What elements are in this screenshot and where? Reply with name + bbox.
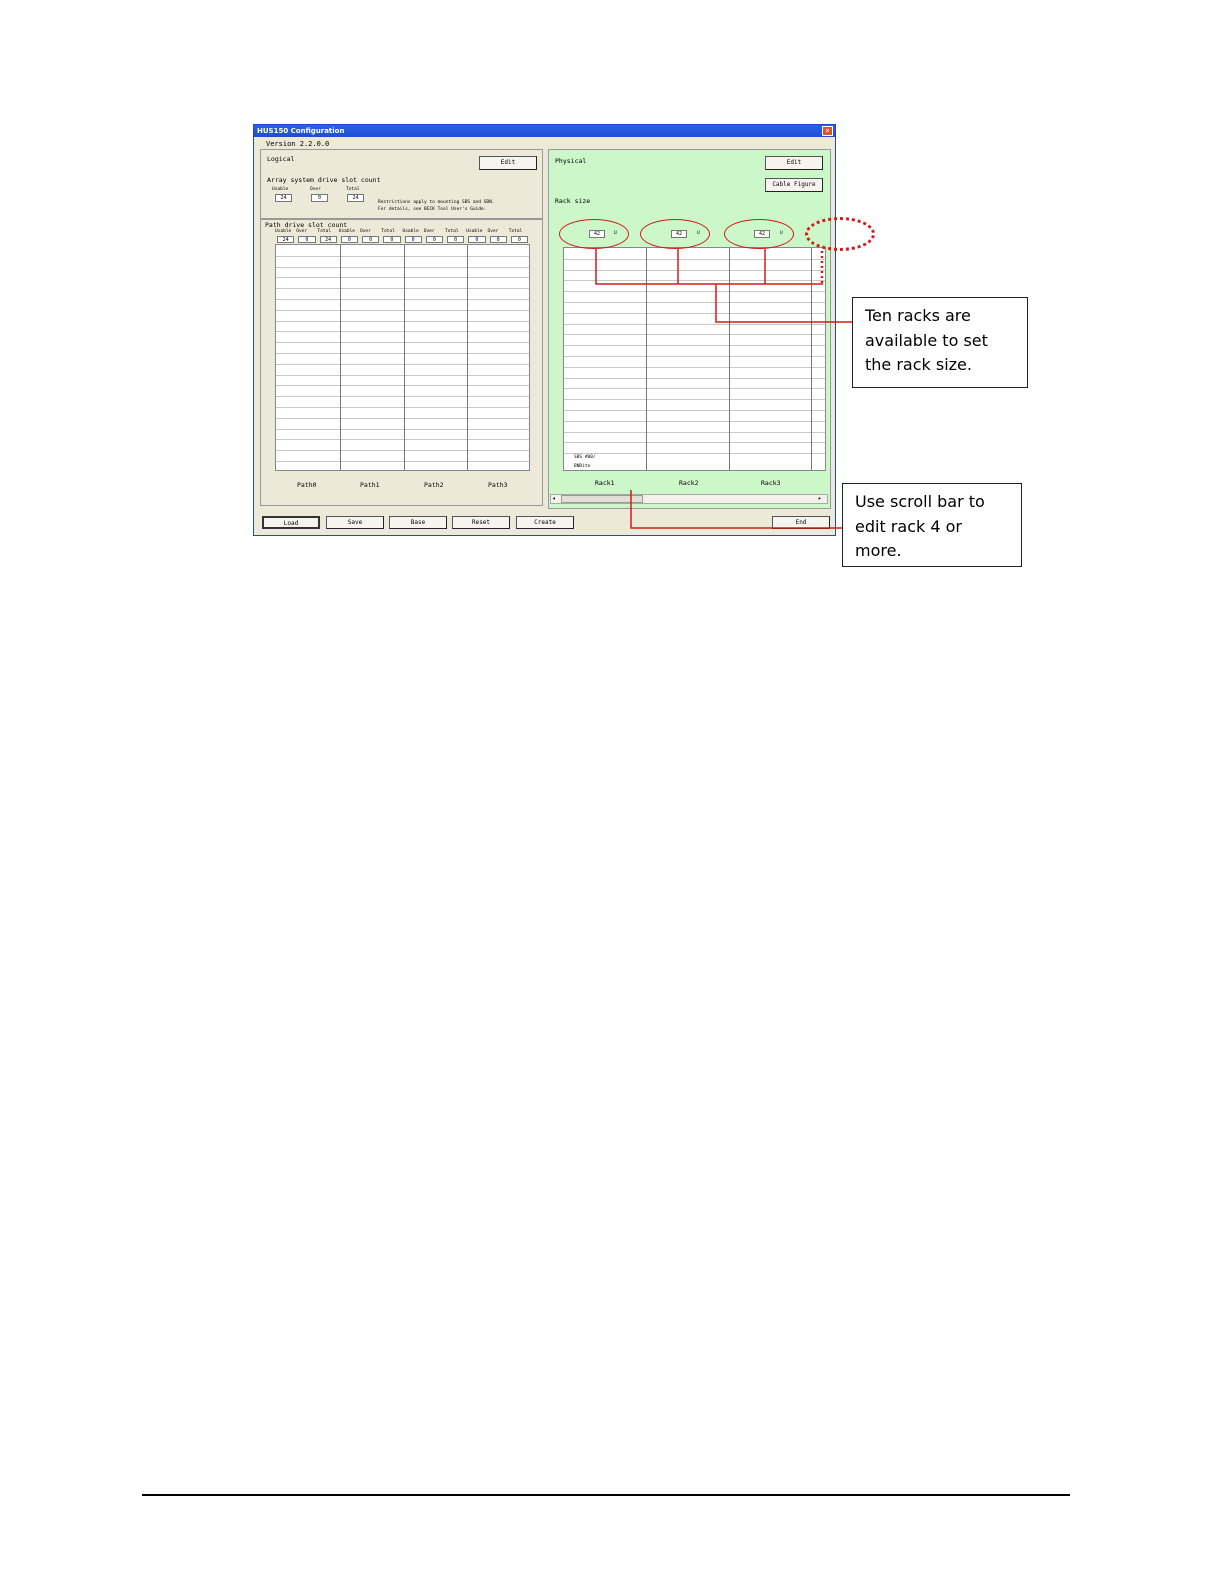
callout-line: edit rack 4 or [855,516,962,536]
callout-line: available to set [865,330,988,350]
callout-line: the rack size. [865,355,972,374]
scroll-bar-callout: Use scroll bar to edit rack 4 or more. [842,483,1022,567]
page-footer-rule [142,1494,1070,1496]
callout-line: more. [855,541,902,560]
callout-line: Ten racks are [865,306,971,325]
callout-line: Use scroll bar to [855,492,985,511]
ten-racks-callout: Ten racks are available to set the rack … [852,297,1028,388]
callout-connectors [595,249,852,529]
